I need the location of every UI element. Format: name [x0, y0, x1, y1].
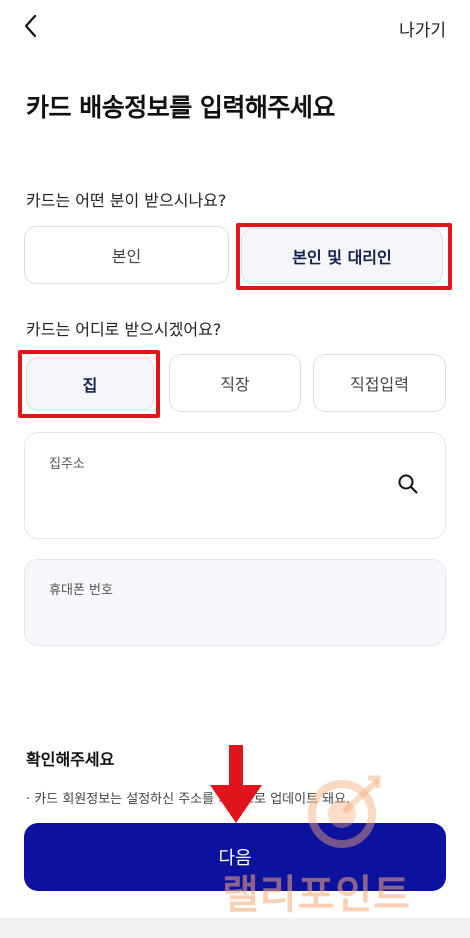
phone-field-label: 휴대폰 번호 — [49, 583, 113, 598]
location-option-home[interactable]: 집 — [26, 357, 154, 411]
location-question: 카드는 어디로 받으시겠어요? — [26, 320, 222, 339]
confirm-title: 확인해주세요 — [26, 750, 115, 769]
recipient-option-self[interactable]: 본인 — [24, 226, 229, 284]
exit-button[interactable]: 나가기 — [399, 16, 446, 41]
address-field[interactable]: 집주소 — [24, 432, 446, 539]
page-title: 카드 배송정보를 입력해주세요 — [26, 93, 335, 122]
top-bar: 나가기 — [0, 0, 470, 56]
search-button[interactable] — [397, 473, 419, 495]
bottom-strip — [0, 918, 470, 938]
watermark-text: 랠리포인트 — [222, 872, 411, 918]
phone-field[interactable]: 휴대폰 번호 — [24, 559, 446, 646]
chevron-left-icon — [24, 14, 37, 38]
address-field-label: 집주소 — [49, 457, 85, 472]
search-icon — [398, 474, 418, 494]
location-option-work[interactable]: 직장 — [169, 354, 301, 412]
back-button[interactable] — [16, 10, 48, 42]
watermark-target-icon — [308, 775, 381, 848]
recipient-option-self-and-agent[interactable]: 본인 및 대리인 — [241, 228, 443, 284]
recipient-question: 카드는 어떤 분이 받으시나요? — [26, 191, 227, 210]
confirm-notice: · 카드 회원정보는 설정하신 주소를 기준으로 업데이트 돼요. — [26, 792, 351, 807]
arrow-down-icon — [210, 745, 262, 823]
location-option-manual[interactable]: 직접입력 — [313, 354, 446, 412]
